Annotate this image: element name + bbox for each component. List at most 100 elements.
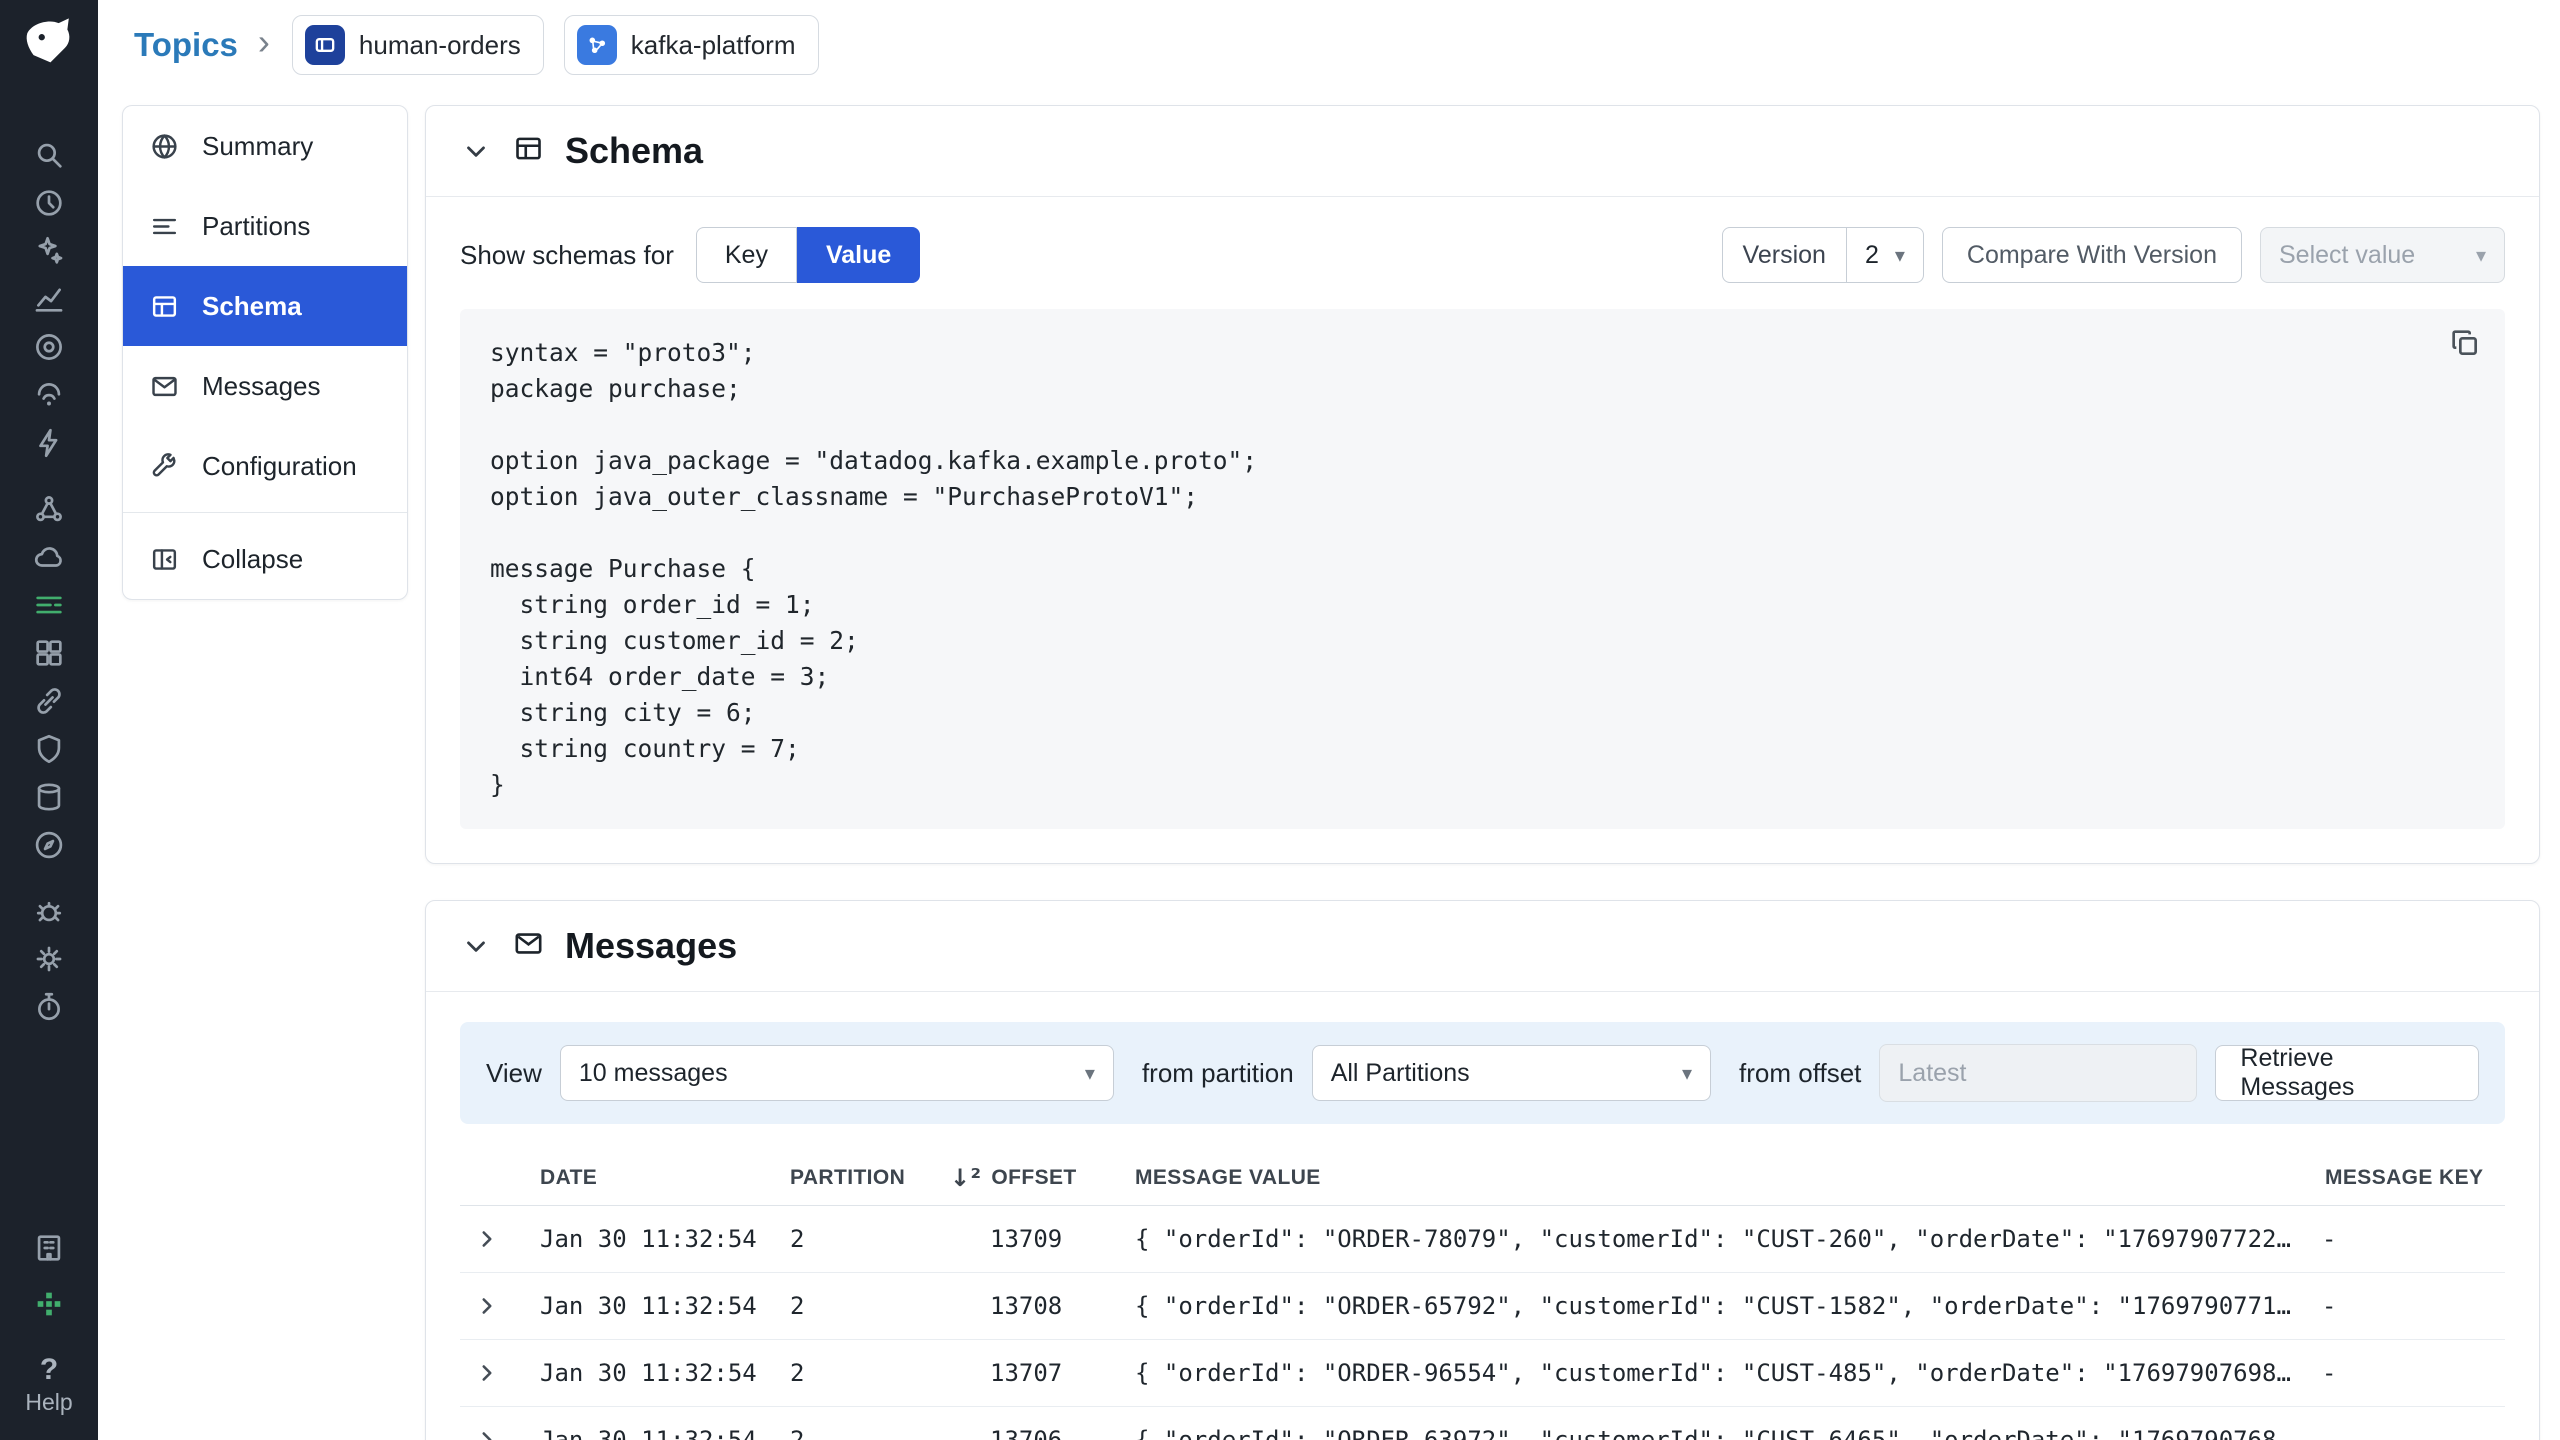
compare-version-select[interactable]: Select value ▾ — [2260, 227, 2505, 283]
message-partition: 2 — [790, 1426, 805, 1440]
sidebar-item-configuration[interactable]: Configuration — [123, 426, 407, 506]
partition-select[interactable]: All Partitions ▾ — [1311, 1045, 1712, 1101]
dashboards-icon[interactable] — [32, 636, 66, 670]
metrics-icon[interactable] — [32, 282, 66, 316]
chevron-right-icon — [482, 1365, 492, 1381]
table-row[interactable]: Jan 30 11:32:54 2 13709 { "orderId": "OR… — [460, 1206, 2505, 1273]
topic-badge-label: human-orders — [358, 29, 521, 60]
org-icon[interactable] — [32, 1231, 66, 1265]
messages-filter-bar: View 10 messages ▾ from partition All Pa… — [460, 1022, 2505, 1124]
logs-icon[interactable] — [32, 780, 66, 814]
help-button[interactable]: ? Help — [25, 1353, 72, 1416]
retrieve-messages-button[interactable]: Retrieve Messages — [2215, 1044, 2479, 1101]
breadcrumb-topics-link[interactable]: Topics — [134, 26, 238, 64]
schema-panel: Schema Show schemas for Key Value Versio… — [425, 105, 2540, 864]
help-label: Help — [25, 1389, 73, 1415]
message-offset: 13707 — [990, 1359, 1063, 1387]
chevron-down-icon — [467, 146, 485, 157]
messages-panel: Messages View 10 messages ▾ from partiti… — [425, 900, 2540, 1440]
datadog-logo[interactable] — [20, 14, 78, 72]
cloud-icon[interactable] — [32, 540, 66, 574]
infrastructure-icon[interactable] — [32, 330, 66, 364]
message-partition: 2 — [790, 1359, 805, 1387]
table-row[interactable]: Jan 30 11:32:54 2 13707 { "orderId": "OR… — [460, 1340, 2505, 1407]
security-icon[interactable] — [32, 732, 66, 766]
message-value: { "orderId": "ORDER-65792", "customerId"… — [1135, 1292, 2325, 1320]
compare-with-version-button[interactable]: Compare With Version — [1941, 227, 2242, 283]
header-offset[interactable]: ↓² OFFSET — [950, 1166, 1135, 1190]
sidebar-icon-stack — [32, 138, 66, 1024]
table-row[interactable]: Jan 30 11:32:54 2 13706 { "orderId": "OR… — [460, 1407, 2505, 1440]
message-key: - — [2325, 1425, 2334, 1440]
collapse-section-button[interactable] — [460, 135, 492, 167]
schema-code: syntax = "proto3"; package purchase; opt… — [490, 338, 1258, 799]
expand-row-button[interactable] — [460, 1226, 540, 1252]
collapse-section-button[interactable] — [460, 930, 492, 962]
partition-select-value: All Partitions — [1330, 1058, 1470, 1087]
message-value: { "orderId": "ORDER-78079", "customerId"… — [1135, 1225, 2325, 1253]
message-value: { "orderId": "ORDER-63972", "customerId"… — [1135, 1426, 2325, 1440]
from-offset-label: from offset — [1739, 1057, 1862, 1088]
monitors-icon[interactable] — [32, 828, 66, 862]
history-icon[interactable] — [32, 186, 66, 220]
table-row[interactable]: Jan 30 11:32:54 2 13708 { "orderId": "OR… — [460, 1273, 2505, 1340]
schema-section-icon — [512, 132, 545, 170]
topic-icon — [304, 25, 345, 65]
cluster-icon — [576, 25, 617, 65]
value-tab[interactable]: Value — [796, 227, 921, 283]
topic-badge[interactable]: human-orders — [291, 15, 544, 75]
from-partition-label: from partition — [1141, 1057, 1294, 1088]
help-icon: ? — [39, 1353, 59, 1386]
sort-descending-icon[interactable]: ↓² — [950, 1166, 981, 1190]
bits-ai-icon[interactable] — [32, 1287, 66, 1321]
messages-table: DATE PARTITION ↓² OFFSET MESSAGE VALUE M… — [460, 1150, 2505, 1440]
integrations-icon[interactable] — [32, 684, 66, 718]
expand-row-button[interactable] — [460, 1427, 540, 1440]
chevron-right-icon — [482, 1432, 492, 1440]
sidebar-item-messages[interactable]: Messages — [123, 346, 407, 426]
divider — [123, 512, 407, 513]
apm-icon[interactable] — [32, 426, 66, 460]
header-message-value: MESSAGE VALUE — [1135, 1165, 1321, 1189]
sidebar-item-partitions[interactable]: Partitions — [123, 186, 407, 266]
expand-row-button[interactable] — [460, 1360, 540, 1386]
panels: Schema Show schemas for Key Value Versio… — [425, 105, 2540, 1440]
message-key: - — [2325, 1358, 2334, 1387]
version-dropdown[interactable]: Version 2 ▾ — [1721, 227, 1924, 283]
cluster-badge[interactable]: kafka-platform — [563, 15, 819, 75]
sidebar-item-label: Summary — [202, 130, 314, 161]
data-streams-icon[interactable] — [32, 588, 66, 622]
partitions-icon — [152, 218, 177, 234]
expand-row-button[interactable] — [460, 1293, 540, 1319]
global-sidebar: ? Help — [0, 0, 98, 1440]
sidebar-item-schema[interactable]: Schema — [123, 266, 407, 346]
schema-code-block: syntax = "proto3"; package purchase; opt… — [460, 309, 2505, 829]
view-select[interactable]: 10 messages ▾ — [559, 1045, 1114, 1101]
sidebar-item-summary[interactable]: Summary — [123, 106, 407, 186]
watchdog-icon[interactable] — [32, 234, 66, 268]
chevron-right-icon: › — [257, 21, 270, 62]
offset-input[interactable] — [1879, 1044, 2198, 1102]
chevron-down-icon: ▾ — [1084, 1062, 1095, 1085]
message-offset: 13709 — [990, 1225, 1063, 1253]
version-label: Version — [1742, 240, 1826, 269]
messages-panel-header: Messages — [426, 901, 2539, 992]
app-root: ? Help Topics › human-orders kafka-platf… — [0, 0, 2560, 1440]
search-icon[interactable] — [32, 138, 66, 172]
sidebar-item-label: Partitions — [202, 210, 311, 241]
content-area: Summary Partitions Schema Messages Confi… — [98, 90, 2560, 1440]
error-tracking-icon[interactable] — [32, 894, 66, 928]
message-partition: 2 — [790, 1292, 805, 1320]
copy-icon[interactable] — [2449, 327, 2483, 361]
topic-subnav: Summary Partitions Schema Messages Confi… — [122, 105, 408, 600]
network-icon[interactable] — [32, 378, 66, 412]
profiling-icon[interactable] — [32, 990, 66, 1024]
ci-settings-icon[interactable] — [32, 942, 66, 976]
sidebar-item-label: Configuration — [202, 450, 357, 481]
key-value-segmented-control: Key Value — [695, 227, 921, 283]
message-offset: 13708 — [990, 1292, 1063, 1320]
sidebar-collapse-button[interactable]: Collapse — [123, 519, 407, 599]
schema-controls: Show schemas for Key Value Version 2 ▾ C… — [460, 227, 2505, 283]
key-tab[interactable]: Key — [695, 227, 797, 283]
service-map-icon[interactable] — [32, 492, 66, 526]
